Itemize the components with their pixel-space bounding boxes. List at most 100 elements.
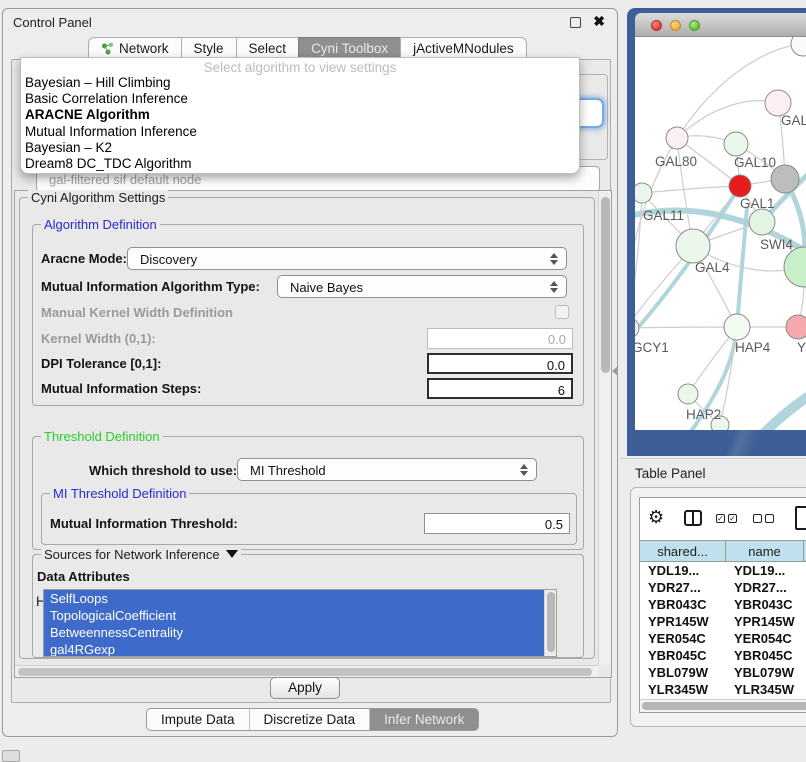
dpi-tolerance-label: DPI Tolerance [0,1]: [41, 356, 161, 371]
column-header[interactable]: name [726, 541, 804, 561]
node-label: HAP4 [735, 340, 771, 355]
network-node[interactable] [786, 315, 806, 339]
tab-infer-network[interactable]: Infer Network [369, 709, 478, 730]
mi-type-label: Mutual Information Algorithm Type: [41, 279, 260, 294]
network-node[interactable] [635, 183, 652, 203]
network-node[interactable] [729, 175, 751, 197]
which-threshold-combo[interactable]: MI Threshold [237, 458, 537, 481]
network-node[interactable] [666, 127, 688, 149]
table-cell: YBR045C [726, 647, 804, 664]
panel-collapse-handle[interactable] [612, 366, 618, 376]
table-row[interactable]: YDL19...YDL19...13 [640, 562, 806, 579]
table-row[interactable]: YLR345WYLR345W9. [640, 681, 806, 698]
algorithm-option[interactable]: Dream8 DC_TDC Algorithm [21, 156, 579, 172]
attribute-item[interactable]: gal4RGexp [44, 641, 544, 657]
attributes-scrollbar-thumb[interactable] [547, 592, 555, 652]
table-cell: YBL079W [726, 664, 804, 681]
attributes-scrollbar[interactable] [544, 590, 556, 656]
close-icon[interactable]: ✖ [593, 13, 605, 30]
algorithm-option[interactable]: Bayesian – K2 [21, 140, 579, 156]
threshold-definition-title: Threshold Definition [41, 429, 163, 444]
minimized-panel-tab[interactable] [2, 750, 20, 762]
close-traffic-light-icon[interactable] [651, 20, 662, 31]
data-attributes-label: Data Attributes [37, 569, 130, 584]
column-header[interactable]: shared... [640, 541, 726, 561]
minimize-traffic-light-icon[interactable] [670, 20, 681, 31]
table-horizontal-scrollbar[interactable] [640, 699, 806, 712]
node-label: SWI4 [760, 237, 793, 252]
deselect-all-checks-icon[interactable] [753, 514, 774, 523]
float-window-icon[interactable] [570, 17, 581, 28]
attribute-item[interactable]: BetweennessCentrality [44, 624, 544, 641]
tab-impute-data[interactable]: Impute Data [147, 709, 249, 730]
mi-threshold-field[interactable]: 0.5 [424, 513, 570, 534]
table-header-row: shared...name [640, 540, 806, 562]
table-cell: YBR043C [640, 596, 726, 613]
table-row[interactable]: YDR27...YDR27...12 [640, 579, 806, 596]
network-node[interactable] [784, 247, 806, 287]
table-panel: ⚙ ✓✓ shared...name YDL19...YDL19...13YDR… [630, 487, 806, 727]
mi-threshold-group: MI Threshold Definition Mutual Informati… [41, 493, 577, 545]
select-all-checks-icon[interactable]: ✓✓ [716, 514, 737, 523]
algorithm-option[interactable]: Bayesian – Hill Climbing [21, 75, 579, 91]
table-cell: YDL19... [640, 562, 726, 579]
columns-icon[interactable] [684, 510, 702, 526]
aracne-mode-combo[interactable]: Discovery [127, 247, 567, 270]
algorithm-popup-list: Bayesian – Hill ClimbingBasic Correlatio… [21, 75, 579, 172]
network-window-bottom-frame [635, 430, 806, 456]
combo-stepper-icon [520, 463, 528, 477]
settings-vertical-scrollbar[interactable] [598, 191, 611, 665]
settings-horizontal-scrollbar[interactable] [15, 665, 598, 677]
gear-icon[interactable]: ⚙ [648, 507, 664, 528]
mi-steps-field[interactable]: 6 [427, 378, 573, 399]
attribute-item[interactable]: SelfLoops [44, 590, 544, 607]
attribute-item[interactable]: TopologicalCoefficient [44, 607, 544, 624]
network-node[interactable] [676, 229, 710, 263]
network-node[interactable] [724, 314, 750, 340]
algorithm-option[interactable]: ARACNE Algorithm [21, 107, 579, 123]
network-node[interactable] [791, 37, 806, 56]
table-row[interactable]: YBL079WYBL079W [640, 664, 806, 681]
table-row[interactable]: YBR045CYBR045C9. [640, 647, 806, 664]
network-tab-icon [101, 42, 114, 55]
tab-discretize-data[interactable]: Discretize Data [249, 709, 370, 730]
dpi-tolerance-field[interactable]: 0.0 [427, 353, 573, 374]
apply-button[interactable]: Apply [270, 677, 340, 699]
data-attributes-items: SelfLoopsTopologicalCoefficientBetweenne… [44, 590, 556, 657]
network-window-titlebar[interactable] [635, 13, 806, 37]
algorithm-option[interactable]: Mutual Information Inference [21, 124, 579, 140]
which-threshold-label: Which threshold to use: [89, 463, 237, 478]
combo-stepper-icon [550, 280, 558, 294]
table-row[interactable]: YBR043CYBR043C [640, 596, 806, 613]
table-cell: YER054C [726, 630, 804, 647]
network-edge [677, 101, 778, 138]
network-canvas[interactable]: GALGAL80GAL10GAL1GAL11SWI4GAL4GCY1HAP4YH… [635, 37, 806, 430]
manual-kernel-checkbox[interactable] [555, 305, 569, 319]
sources-title[interactable]: Sources for Network Inference [41, 547, 241, 562]
mi-threshold-title: MI Threshold Definition [50, 486, 189, 501]
table-cell: YBL079W [640, 664, 726, 681]
tab-label: Cyni Toolbox [311, 41, 388, 56]
table-row[interactable]: YER054CYER054C8. [640, 630, 806, 647]
document-icon[interactable] [795, 506, 806, 530]
table-row[interactable]: YPR145WYPR145W9. [640, 613, 806, 630]
tab-label: jActiveMNodules [413, 41, 514, 56]
settings-vscrollbar-thumb[interactable] [601, 197, 610, 373]
network-node[interactable] [678, 384, 698, 404]
table-hscrollbar-thumb[interactable] [642, 702, 806, 710]
table-toolbar: ⚙ ✓✓ [640, 498, 806, 540]
data-attributes-list[interactable]: SelfLoopsTopologicalCoefficientBetweenne… [43, 589, 557, 657]
mi-type-combo[interactable]: Naive Bayes [277, 275, 567, 298]
combo-stepper-icon [550, 252, 558, 266]
algorithm-dropdown-popup: Select algorithm to view settings Bayesi… [20, 57, 580, 174]
kernel-width-field[interactable]: 0.0 [427, 328, 573, 349]
zoom-traffic-light-icon[interactable] [689, 20, 700, 31]
algorithm-option[interactable]: Basic Correlation Inference [21, 91, 579, 107]
network-node[interactable] [749, 209, 775, 235]
settings-hscrollbar-thumb[interactable] [18, 668, 592, 676]
network-node[interactable] [724, 132, 748, 156]
network-node[interactable] [635, 318, 639, 338]
algorithm-definition-title: Algorithm Definition [41, 217, 160, 232]
table-panel-separator [620, 458, 806, 459]
node-label: GAL1 [740, 196, 775, 211]
